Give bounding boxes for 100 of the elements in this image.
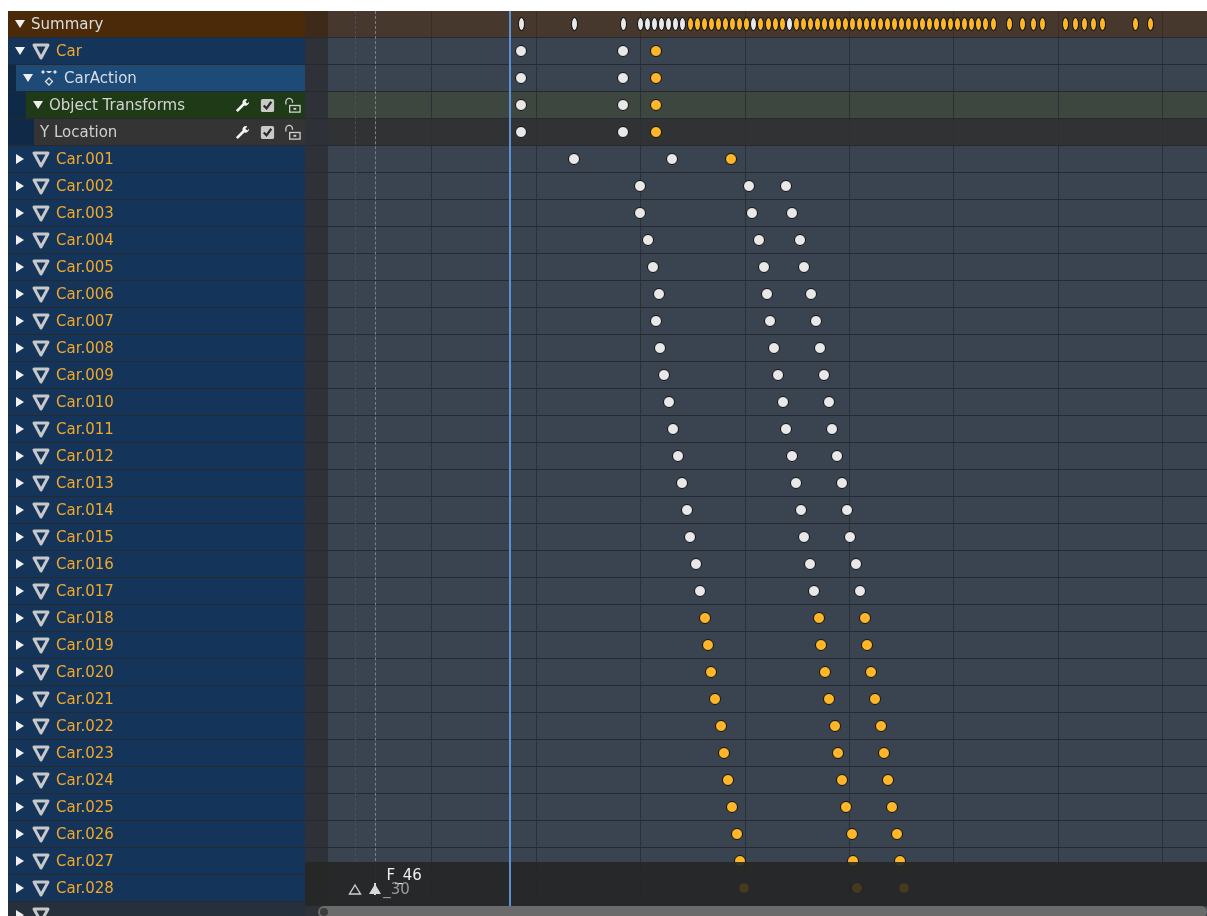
keyframe-icon[interactable] bbox=[690, 558, 703, 570]
unlocked-icon[interactable] bbox=[284, 96, 301, 114]
keyframe-icon[interactable] bbox=[831, 747, 844, 759]
keyframe-icon[interactable] bbox=[1131, 17, 1139, 31]
object-row[interactable]: Car.017 bbox=[8, 578, 305, 604]
keyframe-icon[interactable] bbox=[926, 17, 934, 31]
keyframe-icon[interactable] bbox=[1072, 17, 1080, 31]
keyframe-icon[interactable] bbox=[839, 801, 852, 813]
keyframe-icon[interactable] bbox=[836, 774, 849, 786]
keyframe-icon[interactable] bbox=[649, 99, 662, 111]
keyframe-icon[interactable] bbox=[868, 693, 881, 705]
keyframe-icon[interactable] bbox=[844, 531, 857, 543]
object-row[interactable]: Car.012 bbox=[8, 443, 305, 469]
keyframe-icon[interactable] bbox=[649, 72, 662, 84]
keyframe-icon[interactable] bbox=[789, 477, 802, 489]
keyframe-icon[interactable] bbox=[649, 315, 662, 327]
object-row[interactable]: Car.025 bbox=[8, 794, 305, 820]
keyframe-icon[interactable] bbox=[515, 45, 528, 57]
keyframe-icon[interactable] bbox=[665, 17, 673, 31]
keyframe-icon[interactable] bbox=[1080, 17, 1088, 31]
keyframe-icon[interactable] bbox=[777, 396, 790, 408]
expand-arrow-icon[interactable] bbox=[14, 855, 26, 867]
keyframe-icon[interactable] bbox=[813, 17, 821, 31]
keyframe-icon[interactable] bbox=[764, 17, 772, 31]
keyframe-icon[interactable] bbox=[708, 693, 721, 705]
marker-icon[interactable] bbox=[348, 883, 363, 895]
keyframe-icon[interactable] bbox=[684, 531, 697, 543]
keyframe-icon[interactable] bbox=[881, 774, 894, 786]
keyframe-icon[interactable] bbox=[891, 17, 899, 31]
keyframe-icon[interactable] bbox=[764, 315, 777, 327]
expand-arrow-icon[interactable] bbox=[14, 828, 26, 840]
keyframe-icon[interactable] bbox=[794, 234, 806, 246]
keyframe-icon[interactable] bbox=[834, 17, 842, 31]
keyframe-icon[interactable] bbox=[654, 342, 667, 354]
keyframe-icon[interactable] bbox=[1029, 17, 1037, 31]
object-row[interactable]: Car.005 bbox=[8, 254, 305, 280]
keyframe-icon[interactable] bbox=[752, 234, 765, 246]
keyframe-icon[interactable] bbox=[568, 153, 581, 165]
keyframe-icon[interactable] bbox=[886, 801, 899, 813]
group-row[interactable]: Object Transforms bbox=[26, 92, 305, 118]
keyframe-icon[interactable] bbox=[786, 207, 799, 219]
keyframe-icon[interactable] bbox=[860, 639, 873, 651]
keyframe-icon[interactable] bbox=[823, 396, 835, 408]
keyframe-icon[interactable] bbox=[855, 17, 863, 31]
keyframe-icon[interactable] bbox=[779, 423, 792, 435]
keyframe-icon[interactable] bbox=[771, 17, 779, 31]
expand-arrow-icon[interactable] bbox=[14, 585, 26, 597]
keyframe-icon[interactable] bbox=[865, 666, 878, 678]
keyframe-icon[interactable] bbox=[853, 585, 866, 597]
object-row[interactable]: Car.028 bbox=[8, 875, 305, 901]
keyframe-icon[interactable] bbox=[815, 639, 828, 651]
keyframe-icon[interactable] bbox=[634, 207, 647, 219]
keyframe-icon[interactable] bbox=[715, 17, 723, 31]
keyframe-icon[interactable] bbox=[884, 17, 892, 31]
keyframe-icon[interactable] bbox=[898, 17, 906, 31]
object-row[interactable]: Car.006 bbox=[8, 281, 305, 307]
keyframe-icon[interactable] bbox=[705, 666, 718, 678]
keyframe-icon[interactable] bbox=[699, 612, 712, 624]
object-row[interactable]: Car.019 bbox=[8, 632, 305, 658]
object-row[interactable]: Car.008 bbox=[8, 335, 305, 361]
expand-arrow-icon[interactable] bbox=[14, 774, 26, 786]
keyframe-icon[interactable] bbox=[757, 17, 765, 31]
expand-arrow-icon[interactable] bbox=[14, 180, 26, 192]
expand-arrow-icon[interactable] bbox=[14, 234, 26, 246]
keyframe-icon[interactable] bbox=[798, 261, 811, 273]
expand-arrow-icon[interactable] bbox=[14, 504, 26, 516]
keyframe-icon[interactable] bbox=[620, 17, 628, 31]
keyframe-icon[interactable] bbox=[666, 423, 679, 435]
keyframe-icon[interactable] bbox=[1019, 17, 1027, 31]
channel-row[interactable]: Y Location bbox=[34, 119, 305, 145]
keyframe-icon[interactable] bbox=[571, 17, 579, 31]
keyframe-icon[interactable] bbox=[653, 288, 666, 300]
keyframe-icon[interactable] bbox=[820, 17, 828, 31]
keyframe-icon[interactable] bbox=[1038, 17, 1046, 31]
object-row[interactable]: Car.015 bbox=[8, 524, 305, 550]
keyframe-icon[interactable] bbox=[830, 450, 843, 462]
keyframe-icon[interactable] bbox=[829, 720, 842, 732]
keyframe-icon[interactable] bbox=[617, 99, 630, 111]
collapse-arrow-icon[interactable] bbox=[14, 18, 26, 30]
keyframe-icon[interactable] bbox=[947, 17, 955, 31]
keyframe-icon[interactable] bbox=[658, 17, 666, 31]
keyframe-icon[interactable] bbox=[808, 585, 821, 597]
keyframe-icon[interactable] bbox=[912, 17, 920, 31]
object-row[interactable]: Car.021 bbox=[8, 686, 305, 712]
keyframe-icon[interactable] bbox=[634, 180, 647, 192]
keyframe-icon[interactable] bbox=[836, 477, 849, 489]
keyframe-icon[interactable] bbox=[750, 17, 758, 31]
object-row[interactable]: Car bbox=[8, 38, 305, 64]
scrollbar[interactable] bbox=[318, 906, 1207, 916]
collapse-arrow-icon[interactable] bbox=[32, 99, 44, 111]
collapse-arrow-icon[interactable] bbox=[22, 72, 34, 84]
object-row[interactable]: Car.020 bbox=[8, 659, 305, 685]
keyframe-icon[interactable] bbox=[641, 234, 654, 246]
keyframe-icon[interactable] bbox=[1146, 17, 1154, 31]
keyframe-icon[interactable] bbox=[869, 17, 877, 31]
keyframe-icon[interactable] bbox=[722, 17, 730, 31]
keyframe-icon[interactable] bbox=[651, 17, 659, 31]
keyframe-icon[interactable] bbox=[1098, 17, 1106, 31]
keyframe-icon[interactable] bbox=[818, 666, 831, 678]
keyframe-icon[interactable] bbox=[827, 17, 835, 31]
